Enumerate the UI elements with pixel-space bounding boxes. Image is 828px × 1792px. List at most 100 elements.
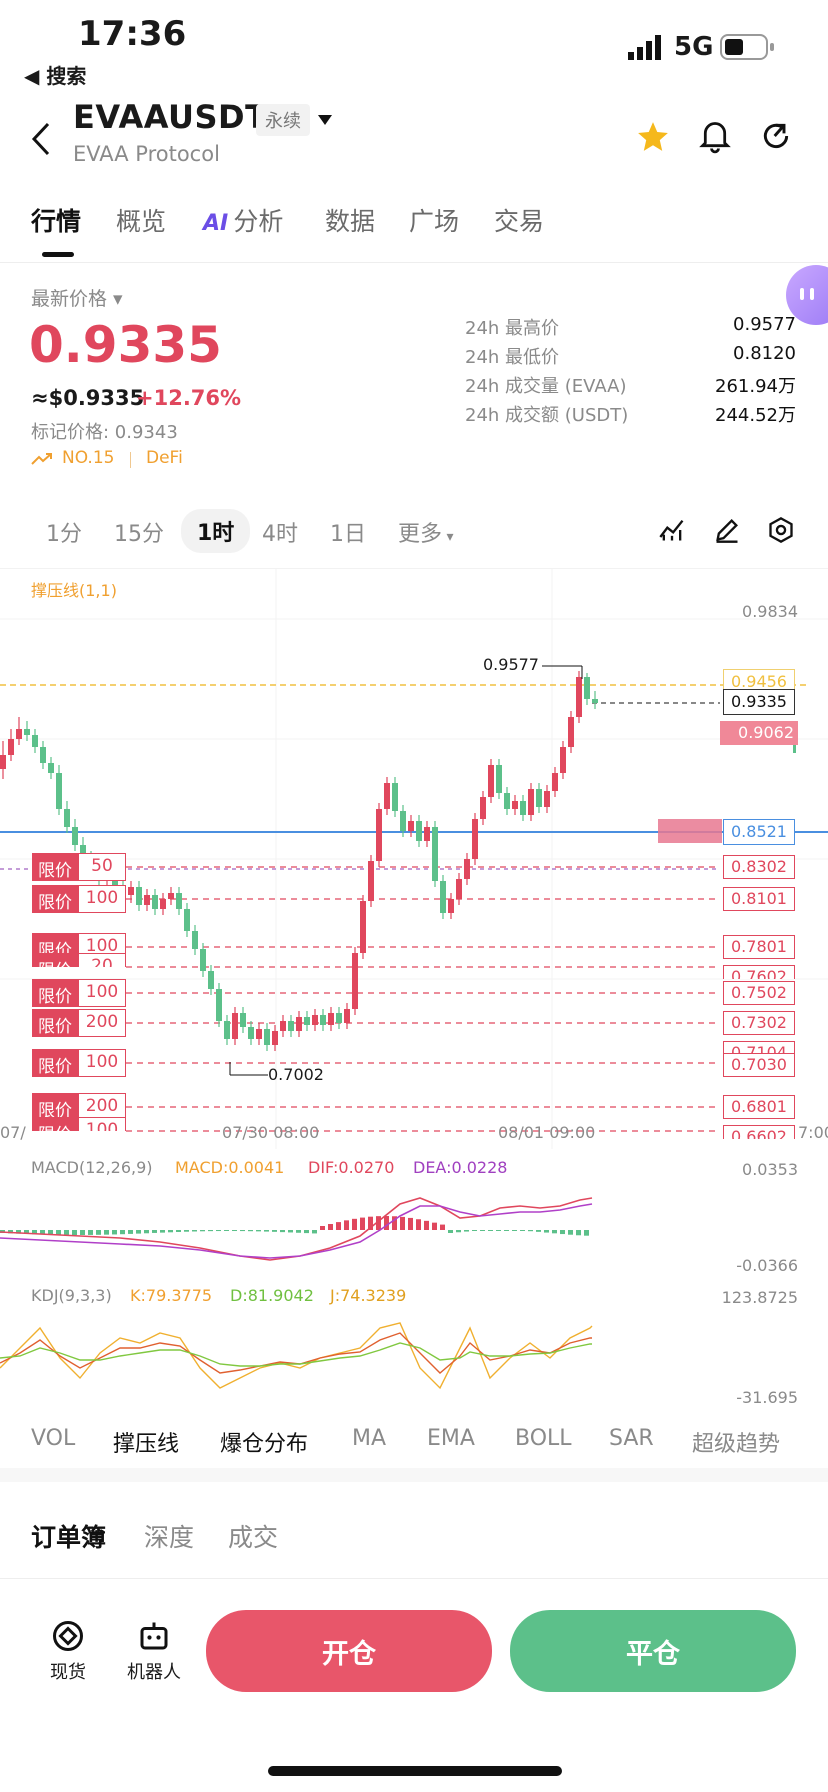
tab-trades[interactable]: 成交 [228, 1518, 278, 1554]
macd-bar [136, 1230, 141, 1234]
support-price-label: 0.8521 [723, 819, 795, 845]
tab-square[interactable]: 广场 [409, 202, 459, 238]
candle [136, 887, 142, 905]
indicator-tab-ma[interactable]: MA [352, 1426, 386, 1451]
candle [272, 1031, 278, 1045]
macd-bar [296, 1230, 301, 1233]
draw-pen-icon[interactable] [713, 516, 741, 548]
bot-button[interactable]: 机器人 [122, 1618, 186, 1683]
order-price-label: 0.7030 [723, 1053, 795, 1077]
candle [296, 1017, 302, 1031]
open-position-button[interactable]: 开仓 [206, 1610, 492, 1692]
indicator-tab-ema[interactable]: EMA [427, 1426, 475, 1451]
kdj-panel[interactable]: KDJ(9,3,3) K:79.3775 D:81.9042 J:74.3239… [0, 1278, 828, 1408]
rank-badge[interactable]: NO.15 [62, 448, 114, 468]
back-to-app-link[interactable]: ◀ 搜索 [24, 60, 86, 89]
macd-min: -0.0366 [736, 1256, 798, 1275]
tab-trade[interactable]: 交易 [494, 202, 544, 238]
candle [168, 893, 174, 899]
limit-order-tag[interactable]: 限价 200 [32, 1009, 126, 1037]
battery-icon [720, 34, 776, 64]
spot-button[interactable]: 现货 [40, 1618, 96, 1683]
indicator-tab-vol[interactable]: VOL [31, 1426, 75, 1451]
timeframe-more[interactable]: 更多 ▾ [398, 516, 454, 548]
stat-volume-label: 24h 成交量 (EVAA) [465, 376, 627, 397]
stat-high-value: 0.9577 [733, 314, 796, 335]
sr-indicator-label[interactable]: 撑压线(1,1) [31, 577, 117, 601]
tab-analysis[interactable]: AI 分析 [203, 202, 283, 238]
limit-order-tag[interactable]: 限价100 [32, 979, 126, 1007]
share-icon[interactable] [760, 120, 792, 156]
indicator-settings-icon[interactable] [658, 516, 686, 548]
tab-depth[interactable]: 深度 [144, 1518, 194, 1554]
chart-settings-icon[interactable] [767, 516, 795, 548]
symbol-dropdown-icon[interactable] [318, 110, 332, 129]
close-position-button[interactable]: 平仓 [510, 1610, 796, 1692]
kdj-max: 123.8725 [721, 1288, 798, 1307]
timeframe-4h[interactable]: 4时 [262, 516, 298, 548]
candle [328, 1013, 334, 1025]
close-position-label: 平仓 [626, 1638, 680, 1670]
limit-order-side: 限价 [32, 853, 78, 881]
candle [128, 887, 134, 895]
indicator-tab-boll[interactable]: BOLL [515, 1426, 572, 1451]
candle [56, 773, 62, 809]
limit-order-tag[interactable]: 限价 50 [32, 853, 126, 881]
macd-bar [416, 1219, 421, 1230]
limit-order-tag[interactable]: 限价100 [32, 885, 126, 913]
bell-icon[interactable] [698, 118, 732, 158]
limit-order-tag[interactable]: 限价20 [32, 953, 126, 967]
timeframe-1m[interactable]: 1分 [46, 516, 82, 548]
timeframe-1h[interactable]: 1时 [181, 509, 251, 553]
limit-order-side: 限价 [32, 953, 78, 967]
timeframe-1d[interactable]: 1日 [330, 516, 366, 548]
macd-bar [456, 1230, 461, 1233]
tab-market[interactable]: 行情 [31, 202, 81, 238]
macd-bar [88, 1230, 93, 1235]
limit-order-tag[interactable]: 限价100 [32, 1117, 126, 1131]
high-marker: 0.9577 [483, 655, 539, 674]
limit-order-qty: 50 [78, 853, 126, 881]
timeframe-15m[interactable]: 15分 [114, 516, 164, 548]
candle [400, 811, 406, 831]
macd-bar [464, 1230, 469, 1232]
macd-bar [488, 1230, 493, 1231]
symbol-title[interactable]: EVAAUSDT [73, 98, 267, 136]
spot-icon [40, 1618, 96, 1658]
macd-bar [328, 1224, 333, 1230]
limit-order-qty: 100 [78, 885, 126, 913]
favorite-star-icon[interactable] [636, 120, 670, 158]
order-price-label: 0.8101 [723, 887, 795, 911]
macd-panel[interactable]: MACD(12,26,9) MACD:0.0041 DIF:0.0270 DEA… [0, 1150, 828, 1280]
tab-overview[interactable]: 概览 [116, 202, 166, 238]
order-price-label: 0.6801 [723, 1095, 795, 1119]
low-marker: 0.7002 [268, 1065, 324, 1084]
price-change: +12.76% [136, 386, 242, 410]
candle [528, 789, 534, 815]
assistant-icon [798, 286, 818, 308]
macd-bar [80, 1230, 85, 1235]
kdj-min: -31.695 [736, 1388, 798, 1407]
limit-order-tag[interactable]: 限价100 [32, 1049, 126, 1077]
macd-bar [152, 1230, 157, 1233]
tab-data[interactable]: 数据 [325, 202, 375, 238]
indicator-tab-sar[interactable]: SAR [609, 1426, 654, 1451]
candle [520, 801, 526, 815]
indicator-tab-liquidation[interactable]: 爆仓分布 [220, 1426, 308, 1458]
price-chart[interactable]: 撑压线(1,1) 0.9834 0.9456 0.9335 0.9062 0.8… [0, 568, 828, 1149]
candle [488, 765, 494, 797]
back-icon[interactable] [30, 122, 52, 160]
order-price-text: 0.7302 [731, 1013, 787, 1032]
robot-icon [122, 1618, 186, 1658]
price-label[interactable]: 最新价格 ▾ [31, 284, 123, 311]
indicator-tab-sr[interactable]: 撑压线 [113, 1426, 179, 1458]
order-price-label: 0.6602 [723, 1125, 795, 1139]
macd-bar [64, 1230, 69, 1235]
tab-orderbook[interactable]: 订单簿 [31, 1518, 106, 1554]
stat-low-label: 24h 最低价 [465, 347, 560, 368]
sector-tag[interactable]: DeFi [146, 448, 183, 468]
indicator-tab-supertrend[interactable]: 超级趋势 [692, 1426, 780, 1458]
candle [368, 861, 374, 901]
limit-order-side: 限价 [32, 979, 78, 1007]
candle [560, 747, 566, 773]
